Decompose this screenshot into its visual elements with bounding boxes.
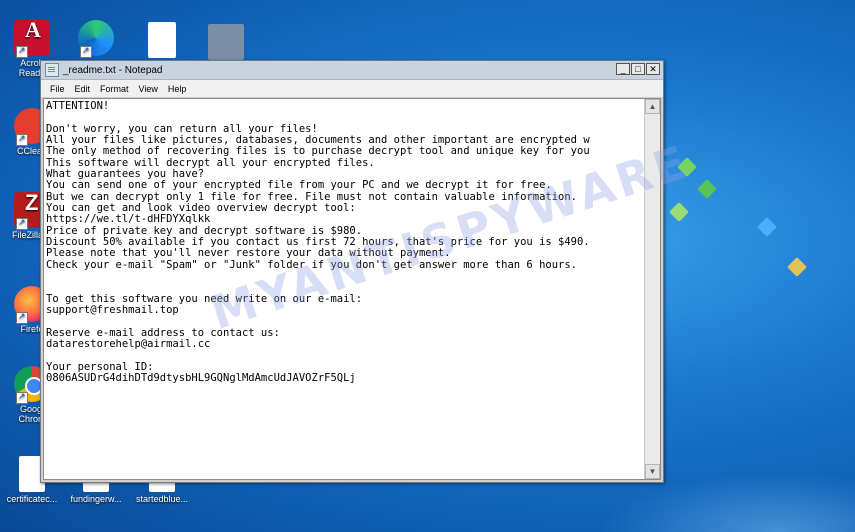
text-area[interactable]: ATTENTION! Don't worry, you can return a…	[44, 99, 645, 479]
menu-edit[interactable]: Edit	[70, 84, 96, 94]
desktop-icon-label: fundingerw...	[70, 494, 122, 504]
text-editor[interactable]: ATTENTION! Don't worry, you can return a…	[43, 98, 661, 480]
desktop-icon-label: startedblue...	[135, 494, 189, 504]
window-controls: _ □ ✕	[616, 63, 660, 75]
menu-bar: File Edit Format View Help	[41, 80, 663, 98]
folder-icon	[208, 24, 244, 60]
wallpaper-leaf	[677, 157, 697, 177]
desktop-icon-file[interactable]	[130, 22, 194, 60]
scroll-down-button[interactable]: ▼	[645, 464, 660, 479]
wallpaper-leaf	[697, 179, 717, 199]
close-button[interactable]: ✕	[646, 63, 660, 75]
wallpaper-leaf	[669, 202, 689, 222]
file-icon	[148, 22, 176, 58]
desktop-icon-edge[interactable]	[64, 20, 128, 58]
acrobat-icon	[14, 20, 50, 58]
menu-file[interactable]: File	[45, 84, 70, 94]
notepad-window[interactable]: _readme.txt - Notepad _ □ ✕ File Edit Fo…	[40, 60, 664, 483]
scroll-up-button[interactable]: ▲	[645, 99, 660, 114]
title-bar[interactable]: _readme.txt - Notepad _ □ ✕	[41, 61, 663, 80]
menu-help[interactable]: Help	[163, 84, 192, 94]
minimize-button[interactable]: _	[616, 63, 630, 75]
maximize-button[interactable]: □	[631, 63, 645, 75]
desktop-icon-label: certificatec...	[6, 494, 58, 504]
vertical-scrollbar[interactable]: ▲ ▼	[644, 99, 660, 479]
menu-format[interactable]: Format	[95, 84, 134, 94]
wallpaper-leaf	[757, 217, 777, 237]
window-title: _readme.txt - Notepad	[63, 64, 163, 76]
notepad-icon	[45, 63, 59, 77]
edge-icon	[78, 20, 114, 58]
desktop-icon-folder[interactable]	[194, 24, 258, 62]
menu-view[interactable]: View	[134, 84, 163, 94]
wallpaper-leaf	[787, 257, 807, 277]
document-text: ATTENTION! Don't worry, you can return a…	[46, 100, 590, 385]
